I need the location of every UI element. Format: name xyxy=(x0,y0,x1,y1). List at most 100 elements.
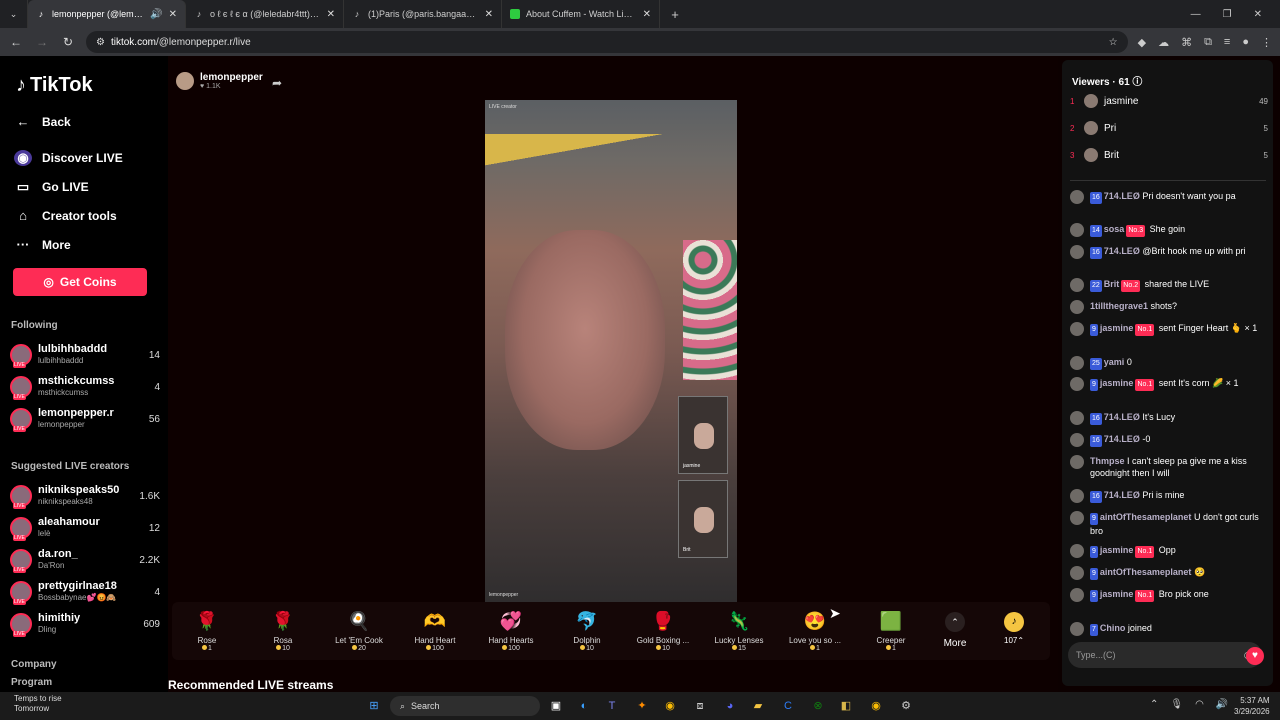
avatar[interactable] xyxy=(1070,622,1084,636)
gift-item[interactable]: 🥊 Gold Boxing ... 10 xyxy=(628,608,698,652)
url-field[interactable]: ⚙ tiktok.com/@lemonpepper.r/live ☆ xyxy=(86,31,1128,53)
avatar[interactable] xyxy=(1070,356,1084,370)
microphone-icon[interactable]: 🎙 xyxy=(1170,699,1183,710)
puzzle-icon[interactable]: ⧉ xyxy=(1204,36,1212,49)
chat-username[interactable]: Thmpse xyxy=(1090,456,1125,466)
get-coins-button[interactable]: ◎ Get Coins xyxy=(13,268,147,296)
volume-icon[interactable]: 🔊 xyxy=(1216,699,1228,710)
avatar[interactable] xyxy=(1070,190,1084,204)
gift-item[interactable]: 💞 Hand Hearts 100 xyxy=(476,608,546,652)
new-tab-button[interactable]: + xyxy=(660,0,690,28)
host-info[interactable]: lemonpepper ♥ 1.1K xyxy=(176,72,263,90)
maximize-icon[interactable]: ❐ xyxy=(1223,9,1232,20)
speaker-icon[interactable]: 🔊 xyxy=(150,9,162,20)
chat-username[interactable]: yami xyxy=(1104,357,1125,367)
menu-kebab-icon[interactable]: ⋮ xyxy=(1261,36,1272,49)
reload-icon[interactable]: ↻ xyxy=(60,35,76,49)
guest-tile[interactable]: jasmine xyxy=(678,396,728,474)
chat-username[interactable]: 714.LEØ xyxy=(1104,191,1140,201)
chat-username[interactable]: 714.LEØ xyxy=(1104,246,1140,256)
share-icon[interactable]: ➦ xyxy=(272,76,282,90)
windows-start-icon[interactable]: ⊞ xyxy=(366,698,382,714)
gift-item[interactable]: 🦎 Lucky Lenses 15 xyxy=(704,608,774,652)
gift-item[interactable]: 🌹 Rose 1 xyxy=(172,608,242,652)
nav-more[interactable]: ··· More xyxy=(14,237,71,252)
store-icon[interactable]: ⧈ xyxy=(692,698,708,714)
top-viewer-row[interactable]: 2 Pri 5 xyxy=(1070,121,1268,135)
taskbar-search[interactable]: ⌕ Search xyxy=(390,696,540,716)
suggested-account[interactable]: LIVE aleahamour lelè 12 xyxy=(10,517,160,541)
edge-icon[interactable]: ◐ xyxy=(576,698,592,714)
viewers-title[interactable]: Viewers · 61 ⓘ xyxy=(1072,73,1142,88)
coin-balance[interactable]: ♪ 107⌃ xyxy=(1004,612,1024,645)
chat-username[interactable]: Chino xyxy=(1100,623,1126,633)
nav-go-live[interactable]: ▭ Go LIVE xyxy=(14,179,89,195)
chat-username[interactable]: 714.LEØ xyxy=(1104,490,1140,500)
chat-username[interactable]: aintOfThesameplanet xyxy=(1100,567,1192,577)
profile-avatar-icon[interactable]: ● xyxy=(1242,36,1249,49)
avatar[interactable] xyxy=(1070,245,1084,259)
extension-icon[interactable]: ◆ xyxy=(1138,36,1146,49)
discord-icon[interactable]: ◕ xyxy=(722,698,738,714)
info-icon[interactable]: ⓘ xyxy=(1132,77,1142,88)
live-video[interactable]: LIVE creator jasmine Brit lemonpepper xyxy=(485,100,737,602)
chat-username[interactable]: 714.LEØ xyxy=(1104,412,1140,422)
chat-username[interactable]: 1tillthegrave1 xyxy=(1090,301,1148,311)
gift-item[interactable]: 🫶 Hand Heart 100 xyxy=(400,608,470,652)
gift-item[interactable]: 🟩 Creeper 1 xyxy=(856,608,926,652)
footer-company-link[interactable]: Company xyxy=(11,659,57,670)
host-avatar[interactable] xyxy=(176,72,194,90)
tiktok-logo[interactable]: ♪ TikTok xyxy=(16,74,93,97)
task-view-icon[interactable]: ▣ xyxy=(548,698,564,714)
guest-tile[interactable]: Brit xyxy=(678,480,728,558)
browser-tab[interactable]: ♪ ο ℓ є ℓ є α (@leledabr4ttt) | TikTok ✕ xyxy=(186,0,344,28)
top-viewer-row[interactable]: 3 Brit 5 xyxy=(1070,148,1268,162)
following-account[interactable]: LIVE msthickcumss msthickcumss 4 xyxy=(10,376,160,400)
weather-widget[interactable]: Temps to rise Tomorrow xyxy=(14,694,62,714)
media-icon[interactable]: ≡ xyxy=(1224,36,1230,49)
gift-item[interactable]: 🍳 Let 'Em Cook 20 xyxy=(324,608,394,652)
avatar[interactable] xyxy=(1070,588,1084,602)
following-account[interactable]: LIVE lulbihhbaddd lulbihhbaddd 14 xyxy=(10,344,160,368)
app-icon[interactable]: ◧ xyxy=(838,698,854,714)
chat-username[interactable]: jasmine xyxy=(1100,323,1134,333)
browser-tab[interactable]: ♪ lemonpepper (@lemonpepper.r) 🔊 ✕ xyxy=(28,0,186,28)
top-viewer-row[interactable]: 1 jasmine 49 xyxy=(1070,94,1268,108)
chat-username[interactable]: jasmine xyxy=(1100,545,1134,555)
nav-back[interactable]: ← Back xyxy=(14,114,71,129)
chat-username[interactable]: sosa xyxy=(1104,224,1125,234)
chat-username[interactable]: jasmine xyxy=(1100,589,1134,599)
nav-creator-tools[interactable]: ⌂ Creator tools xyxy=(14,208,117,223)
avatar[interactable] xyxy=(1070,511,1084,525)
like-heart-button[interactable]: ♥ xyxy=(1246,647,1264,665)
avatar[interactable] xyxy=(1070,544,1084,558)
suggested-account[interactable]: LIVE himithiy Dling 609 xyxy=(10,613,160,637)
avatar[interactable] xyxy=(1070,489,1084,503)
close-window-icon[interactable]: ✕ xyxy=(1254,9,1262,20)
avatar[interactable] xyxy=(1070,455,1084,469)
avatar[interactable] xyxy=(1070,411,1084,425)
avatar[interactable] xyxy=(1070,300,1084,314)
bookmark-star-icon[interactable]: ☆ xyxy=(1109,37,1118,48)
close-tab-icon[interactable]: ✕ xyxy=(327,9,335,20)
chat-username[interactable]: 714.LEØ xyxy=(1104,434,1140,444)
suggested-account[interactable]: LIVE da.ron_ Da'Ron 2.2K xyxy=(10,549,160,573)
browser-tab[interactable]: ♪ (1)Paris (@paris.bangaa2) | TikTok ✕ xyxy=(344,0,502,28)
avatar[interactable] xyxy=(1070,223,1084,237)
close-tab-icon[interactable]: ✕ xyxy=(169,9,177,20)
more-gifts-button[interactable]: ⌃ More xyxy=(940,612,970,649)
wifi-icon[interactable]: ◠ xyxy=(1195,699,1204,710)
app-icon[interactable]: C xyxy=(780,698,796,714)
avatar[interactable] xyxy=(1070,322,1084,336)
footer-program-link[interactable]: Program xyxy=(11,677,52,688)
minimize-icon[interactable]: — xyxy=(1191,9,1201,20)
chat-username[interactable]: jasmine xyxy=(1100,378,1134,388)
browser-tab[interactable]: About Cuffem - Watch Live on TikTok ✕ xyxy=(502,0,660,28)
chat-input[interactable]: Type...(C)☺ xyxy=(1068,642,1262,668)
avatar[interactable] xyxy=(1070,278,1084,292)
suggested-account[interactable]: LIVE niknikspeaks50 niknikspeaks48 1.6K xyxy=(10,485,160,509)
avatar[interactable] xyxy=(1070,377,1084,391)
extension-icon[interactable]: ⌘ xyxy=(1181,36,1192,49)
copilot-icon[interactable]: ✦ xyxy=(634,698,650,714)
xbox-icon[interactable]: ⊗ xyxy=(810,698,826,714)
